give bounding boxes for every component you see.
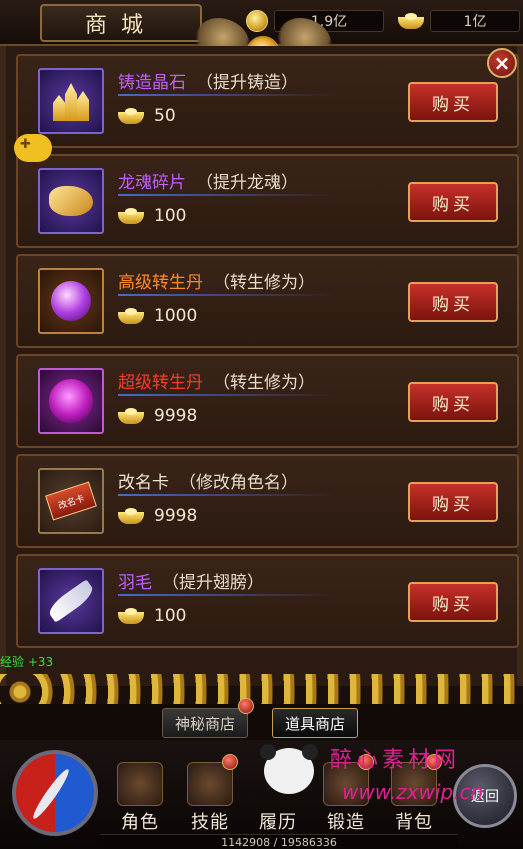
notification-dot-icon <box>238 698 254 714</box>
price-value: 9998 <box>154 406 198 426</box>
shop-item-row: 龙魂碎片 （提升龙魂） 100 购买 <box>16 154 519 248</box>
item-price: 9998 <box>118 506 197 526</box>
item-name: 龙魂碎片 <box>118 173 186 193</box>
item-name: 铸造晶石 <box>118 73 186 93</box>
hp-mp-orb <box>12 750 98 836</box>
shop-title-tab: 商城 <box>40 4 202 42</box>
menu-label-bag: 背包 <box>395 812 433 833</box>
item-title: 铸造晶石 （提升铸造） <box>118 68 298 93</box>
magenta-pill-icon[interactable] <box>38 368 104 434</box>
gold-ingot-icon <box>118 108 144 124</box>
ingot-amount: 1亿 <box>430 10 520 32</box>
item-name: 羽毛 <box>118 573 152 593</box>
gold-ingot-icon <box>118 308 144 324</box>
item-name: 超级转生丹 <box>118 373 203 393</box>
gold-ingot-icon <box>398 13 424 29</box>
feather-icon[interactable] <box>38 568 104 634</box>
item-title: 超级转生丹 （转生修为） <box>118 368 315 393</box>
item-price: 50 <box>118 106 176 126</box>
xp-bar: 1142908 / 19586336 <box>100 834 458 849</box>
shop-item-row: 高级转生丹 （转生修为） 1000 购买 <box>16 254 519 348</box>
item-underline <box>118 294 338 296</box>
menu-label-role: 角色 <box>121 812 159 833</box>
item-title: 龙魂碎片 （提升龙魂） <box>118 168 298 193</box>
ingot-balance: 1亿 <box>398 8 520 34</box>
item-underline <box>118 194 338 196</box>
panda-mascot-icon <box>254 744 324 800</box>
price-value: 1000 <box>154 306 198 326</box>
item-underline <box>118 94 338 96</box>
buy-button[interactable]: 购买 <box>408 182 498 222</box>
close-button[interactable]: × <box>487 48 517 78</box>
helmet-icon <box>117 762 163 806</box>
menu-button-role[interactable]: 角色 <box>108 762 172 834</box>
gold-ingot-icon <box>118 408 144 424</box>
dragon-fragment-icon[interactable] <box>38 168 104 234</box>
price-value: 9998 <box>154 506 198 526</box>
shop-item-row: 超级转生丹 （转生修为） 9998 购买 <box>16 354 519 448</box>
rename-card-icon[interactable]: 改名卡 <box>38 468 104 534</box>
item-underline <box>118 394 338 396</box>
watermark-url: www.zxwip.cn <box>342 780 484 804</box>
tab-mystery-shop[interactable]: 神秘商店 <box>162 708 249 738</box>
notification-dot-icon <box>222 754 238 770</box>
crystal-icon[interactable] <box>38 68 104 134</box>
item-desc: （转生修为） <box>213 373 315 393</box>
item-desc: （修改角色名） <box>179 473 298 493</box>
item-price: 9998 <box>118 406 197 426</box>
item-underline <box>118 494 338 496</box>
item-name: 改名卡 <box>118 473 169 493</box>
item-name: 高级转生丹 <box>118 273 203 293</box>
gold-ingot-icon <box>118 508 144 524</box>
item-desc: （转生修为） <box>213 273 315 293</box>
buy-button[interactable]: 购买 <box>408 482 498 522</box>
item-title: 改名卡 （修改角色名） <box>118 468 298 493</box>
exp-gain-text: 经验 +33 <box>0 655 54 669</box>
item-desc: （提升铸造） <box>196 73 298 93</box>
menu-button-skill[interactable]: 技能 <box>178 754 242 834</box>
buy-button[interactable]: 购买 <box>408 282 498 322</box>
page-title: 商城 <box>84 13 157 38</box>
shop-item-row: 铸造晶石 （提升铸造） 50 购买 <box>16 54 519 148</box>
item-desc: （提升翅膀） <box>162 573 264 593</box>
buy-button[interactable]: 购买 <box>408 82 498 122</box>
item-title: 羽毛 （提升翅膀） <box>118 568 264 593</box>
shop-item-row: 改名卡 改名卡 （修改角色名） 9998 购买 <box>16 454 519 548</box>
buy-button[interactable]: 购买 <box>408 582 498 622</box>
shop-tabs: 神秘商店 道具商店 <box>0 704 523 740</box>
price-value: 100 <box>154 606 187 626</box>
shop-item-row: 羽毛 （提升翅膀） 100 购买 <box>16 554 519 648</box>
watermark-text: 醉心素材网 <box>330 748 461 773</box>
price-value: 100 <box>154 206 187 226</box>
item-title: 高级转生丹 （转生修为） <box>118 268 315 293</box>
tab-item-shop[interactable]: 道具商店 <box>272 708 359 738</box>
gold-ingot-icon <box>118 608 144 624</box>
item-price: 100 <box>118 606 186 626</box>
buy-button[interactable]: 购买 <box>408 382 498 422</box>
item-underline <box>118 594 338 596</box>
gamepad-icon[interactable] <box>14 134 52 162</box>
gold-ingot-icon <box>118 208 144 224</box>
menu-label-forge: 锻造 <box>327 812 365 833</box>
price-value: 50 <box>154 106 176 126</box>
item-price: 1000 <box>118 306 197 326</box>
item-desc: （提升龙魂） <box>196 173 298 193</box>
menu-label-history: 履历 <box>259 812 297 833</box>
purple-pill-icon[interactable] <box>38 268 104 334</box>
item-price: 100 <box>118 206 186 226</box>
menu-label-skill: 技能 <box>191 812 229 833</box>
shop-item-list[interactable]: 铸造晶石 （提升铸造） 50 购买 龙魂碎片 （提升龙魂） 100 购买 高级转生丹… <box>0 46 523 686</box>
